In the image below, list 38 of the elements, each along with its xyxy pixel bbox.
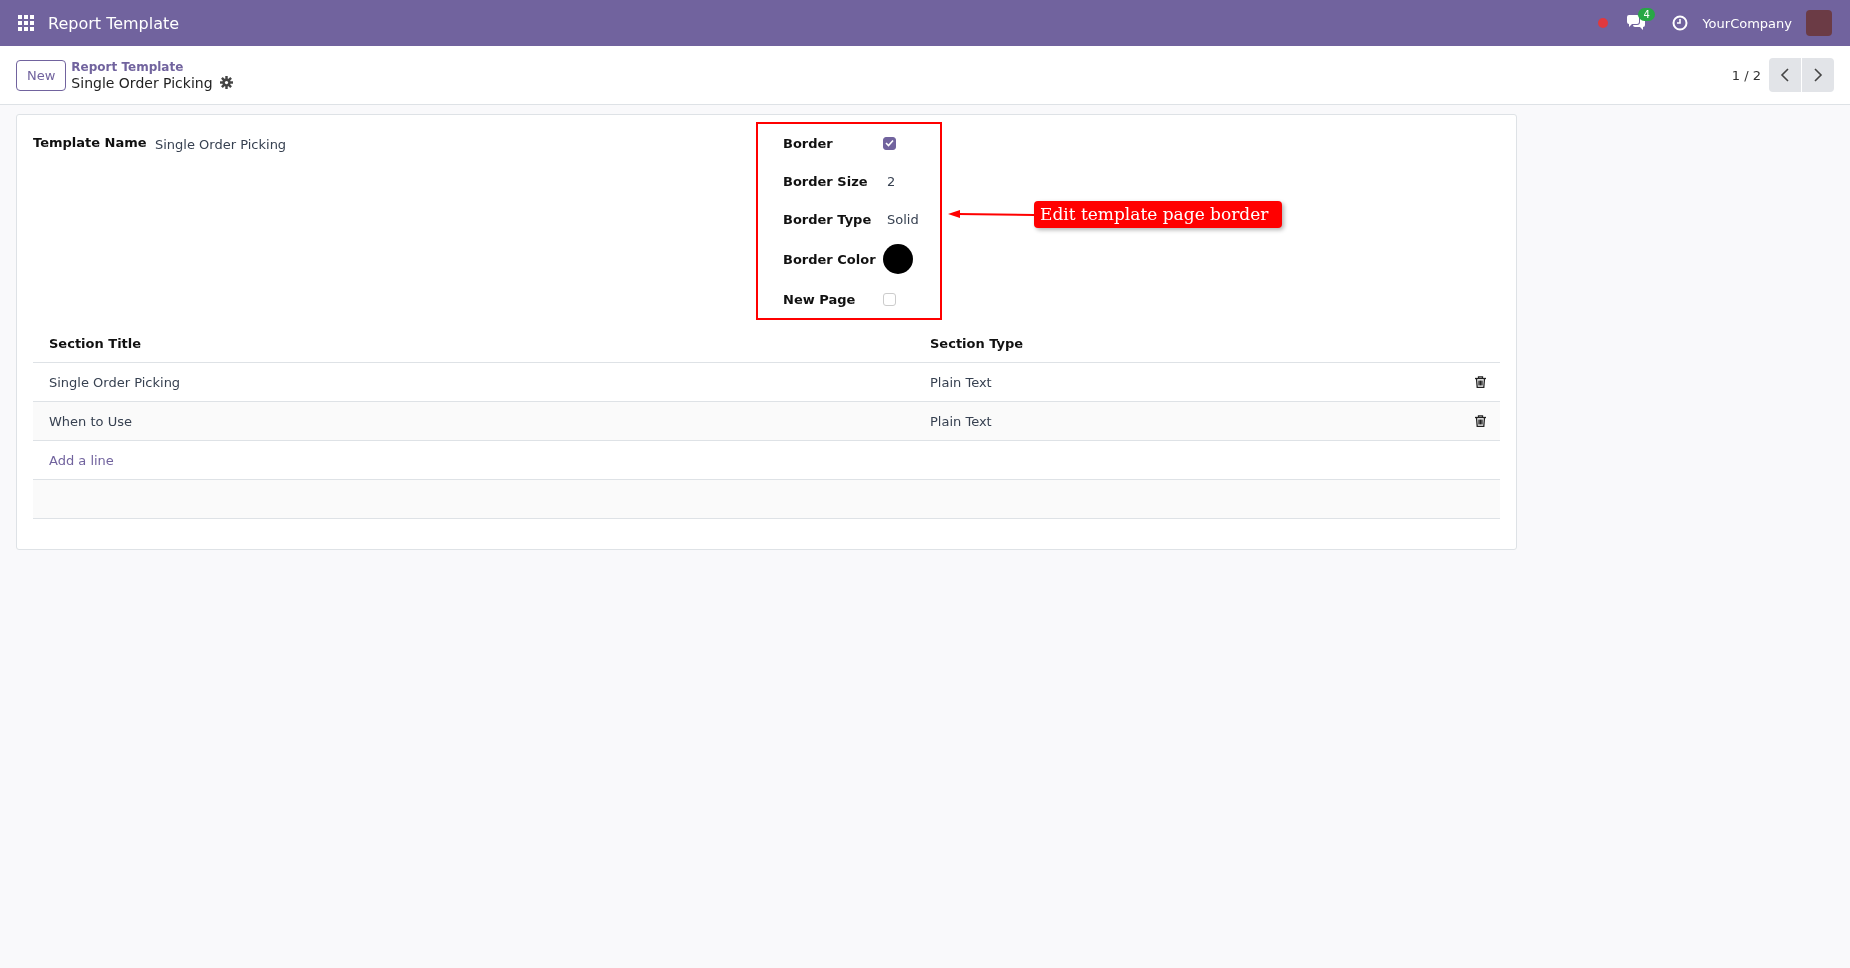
value-field[interactable]: Solid <box>887 211 919 227</box>
field-label: New Page <box>783 291 857 307</box>
arrow-icon <box>948 209 1034 219</box>
field-label: Border Color <box>783 251 877 267</box>
next-button[interactable] <box>1802 58 1834 92</box>
status-dot-icon[interactable] <box>1598 18 1609 28</box>
new-button[interactable]: New <box>16 59 67 91</box>
annotation-label: Edit template page border <box>1034 200 1283 228</box>
template-name-field[interactable]: Single Order Picking <box>155 135 287 152</box>
checkbox[interactable] <box>883 136 896 150</box>
record-name: Single Order Picking <box>71 74 213 91</box>
pager-counter[interactable]: 1 / 2 <box>1731 67 1761 83</box>
add-line-link[interactable]: Add a line <box>49 452 930 468</box>
company-name[interactable]: YourCompany <box>1702 15 1792 31</box>
trash-icon[interactable] <box>1474 376 1486 388</box>
breadcrumb-link[interactable]: Report Template <box>71 59 233 74</box>
previous-button[interactable] <box>1769 58 1801 92</box>
table-cell-text: Single Order Picking <box>49 374 182 390</box>
field-label: Border Type <box>783 211 873 227</box>
apps-menu-icon[interactable] <box>18 15 34 31</box>
clock-icon[interactable] <box>1672 15 1689 31</box>
field-label: Border <box>783 135 834 151</box>
column-header[interactable]: Section Title <box>49 335 930 351</box>
column-header[interactable]: Section Type <box>930 335 1460 351</box>
trash-icon[interactable] <box>1474 415 1486 427</box>
table-cell-text: Plain Text <box>930 413 993 429</box>
chevron-right-icon <box>1813 68 1823 82</box>
color-swatch[interactable] <box>883 244 913 274</box>
table-cell-text: When to Use <box>49 413 133 429</box>
value-field[interactable]: 2 <box>887 173 896 189</box>
app-title[interactable]: Report Template <box>48 13 180 33</box>
table-cell-text: Plain Text <box>930 374 993 390</box>
gear-icon[interactable] <box>219 76 233 89</box>
field-label: Border Size <box>783 173 869 189</box>
message-count-badge: 4 <box>1638 8 1655 21</box>
chevron-left-icon <box>1780 68 1790 82</box>
check-icon <box>885 139 894 147</box>
field-label: Template Name <box>33 135 148 150</box>
